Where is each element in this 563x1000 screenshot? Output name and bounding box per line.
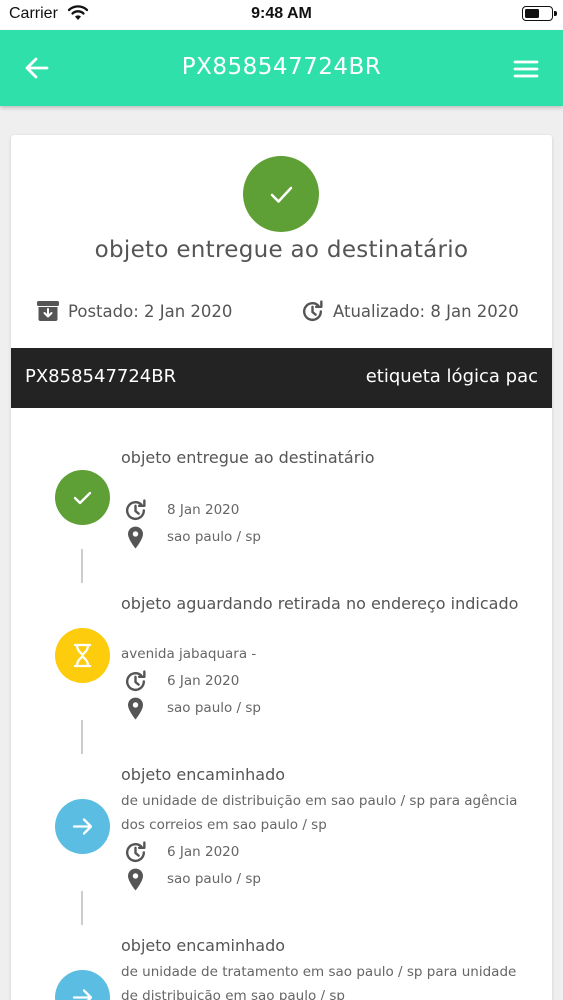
- event-status-badge: [55, 628, 110, 683]
- event-place: sao paulo / sp: [167, 700, 261, 716]
- event-title: objeto encaminhado: [121, 765, 286, 784]
- archive-icon: [37, 301, 59, 321]
- event-place-row: sao paulo / sp: [123, 695, 261, 721]
- event-status-badge: [55, 970, 110, 1000]
- event-detail: avenida jabaquara -: [121, 646, 257, 662]
- tracking-card: objeto entregue ao destinatário Postado:…: [11, 135, 552, 1000]
- event-title: objeto entregue ao destinatário: [121, 448, 375, 467]
- arrow-right-icon: [72, 818, 93, 835]
- map-pin-icon: [128, 697, 143, 719]
- posted-label: Postado: 2 Jan 2020: [68, 301, 233, 321]
- event-title: objeto aguardando retirada no endereço i…: [121, 594, 519, 613]
- updated-label: Atualizado: 8 Jan 2020: [333, 301, 519, 321]
- history-icon: [125, 669, 146, 691]
- map-pin-icon: [128, 526, 143, 548]
- history-icon: [302, 299, 323, 321]
- timeline-connector: [81, 720, 83, 754]
- map-pin-icon: [128, 868, 143, 890]
- code-bar: PX858547724BR etiqueta lógica pac: [11, 348, 552, 408]
- hamburger-menu-icon[interactable]: [512, 58, 540, 80]
- event-place-row: sao paulo / sp: [123, 524, 261, 550]
- event-date-row: 6 Jan 2020: [123, 668, 239, 694]
- status-bar: Carrier 9:48 AM: [0, 0, 563, 30]
- event-detail: de unidade de distribuição em sao paulo …: [121, 793, 518, 833]
- posted-date: Postado: 2 Jan 2020: [36, 298, 232, 324]
- event-date-row: 8 Jan 2020: [123, 497, 239, 523]
- timeline-connector: [81, 891, 83, 925]
- hourglass-icon: [73, 643, 92, 668]
- updated-date: Atualizado: 8 Jan 2020: [300, 298, 519, 324]
- app-bar: PX858547724BR: [0, 30, 563, 106]
- event-date: 8 Jan 2020: [167, 502, 240, 518]
- event-detail: de unidade de tratamento em sao paulo / …: [121, 964, 517, 1000]
- event-place: sao paulo / sp: [167, 871, 261, 887]
- event-date-row: 6 Jan 2020: [123, 839, 239, 865]
- page-title: PX858547724BR: [181, 54, 382, 80]
- arrow-right-icon: [72, 989, 93, 1000]
- event-place: sao paulo / sp: [167, 529, 261, 545]
- timeline-connector: [81, 549, 83, 583]
- clock: 9:48 AM: [251, 5, 312, 22]
- status-title: objeto entregue ao destinatário: [94, 237, 469, 263]
- battery-icon: [522, 6, 557, 21]
- event-status-badge: [55, 470, 110, 525]
- history-icon: [125, 840, 146, 862]
- check-icon: [270, 186, 293, 203]
- status-badge: [243, 156, 319, 232]
- service-type: etiqueta lógica pac: [365, 366, 538, 387]
- history-icon: [125, 498, 146, 520]
- event-status-badge: [55, 799, 110, 854]
- event-place-row: sao paulo / sp: [123, 866, 261, 892]
- event-date: 6 Jan 2020: [167, 844, 240, 860]
- event-date: 6 Jan 2020: [167, 673, 240, 689]
- event-title: objeto encaminhado: [121, 936, 286, 955]
- check-icon: [73, 491, 92, 505]
- tracking-code: PX858547724BR: [25, 366, 177, 387]
